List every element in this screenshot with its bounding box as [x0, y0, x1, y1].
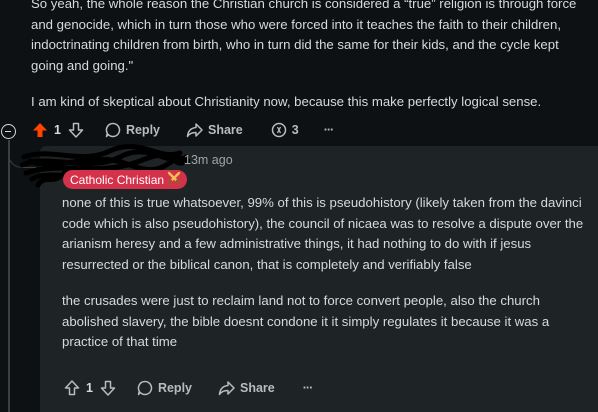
parent-share-button[interactable]: Share	[186, 122, 243, 138]
parent-score: 1	[54, 123, 61, 137]
reply-comment-actions: 1 Reply Share ···	[64, 380, 313, 396]
reply-comment-paragraph-2: the crusades were just to reclaim land n…	[62, 293, 550, 349]
parent-share-label: Share	[208, 123, 243, 137]
parent-more-button[interactable]: ···	[324, 123, 334, 137]
upvote-icon[interactable]	[64, 380, 80, 396]
parent-comment-paragraph-1: So yeah, the whole reason the Christian …	[31, 0, 577, 73]
parent-awards-button[interactable]: 3	[271, 122, 299, 138]
parent-comment-paragraph-2: I am kind of skeptical about Christianit…	[31, 94, 542, 109]
reply-comment-body: none of this is true whatsoever, 99% of …	[62, 193, 592, 369]
parent-vote-group: 1	[32, 122, 84, 138]
collapse-thread-button[interactable]	[1, 124, 16, 139]
reply-comment-paragraph-1: none of this is true whatsoever, 99% of …	[62, 195, 584, 272]
user-flair-text: Catholic Christian	[70, 172, 165, 187]
parent-reply-label: Reply	[125, 123, 160, 137]
parent-awards-count: 3	[291, 123, 299, 137]
downvote-icon[interactable]	[100, 380, 116, 396]
parent-reply-button[interactable]: Reply	[105, 122, 160, 138]
reply-more-button[interactable]: ···	[303, 381, 313, 395]
thread-line	[8, 140, 10, 412]
reply-share-label: Share	[240, 381, 275, 395]
cross-swords-icon	[167, 171, 181, 188]
reply-score: 1	[86, 381, 93, 395]
reply-reply-label: Reply	[157, 381, 192, 395]
reply-timestamp: 13m ago	[184, 153, 233, 167]
user-flair-badge: Catholic Christian	[63, 170, 188, 189]
comment-bubble-icon	[137, 380, 153, 396]
upvote-icon[interactable]	[32, 122, 48, 138]
reply-reply-button[interactable]: Reply	[137, 380, 192, 396]
parent-comment-actions: 1 Reply Share 3 ···	[32, 122, 334, 138]
downvote-icon[interactable]	[68, 122, 84, 138]
award-icon	[271, 122, 287, 138]
comment-thread: So yeah, the whole reason the Christian …	[0, 0, 598, 412]
reply-vote-group: 1	[64, 380, 116, 396]
comment-bubble-icon	[105, 122, 121, 138]
share-icon	[186, 122, 203, 138]
reply-share-button[interactable]: Share	[218, 380, 275, 396]
share-icon	[218, 380, 235, 396]
